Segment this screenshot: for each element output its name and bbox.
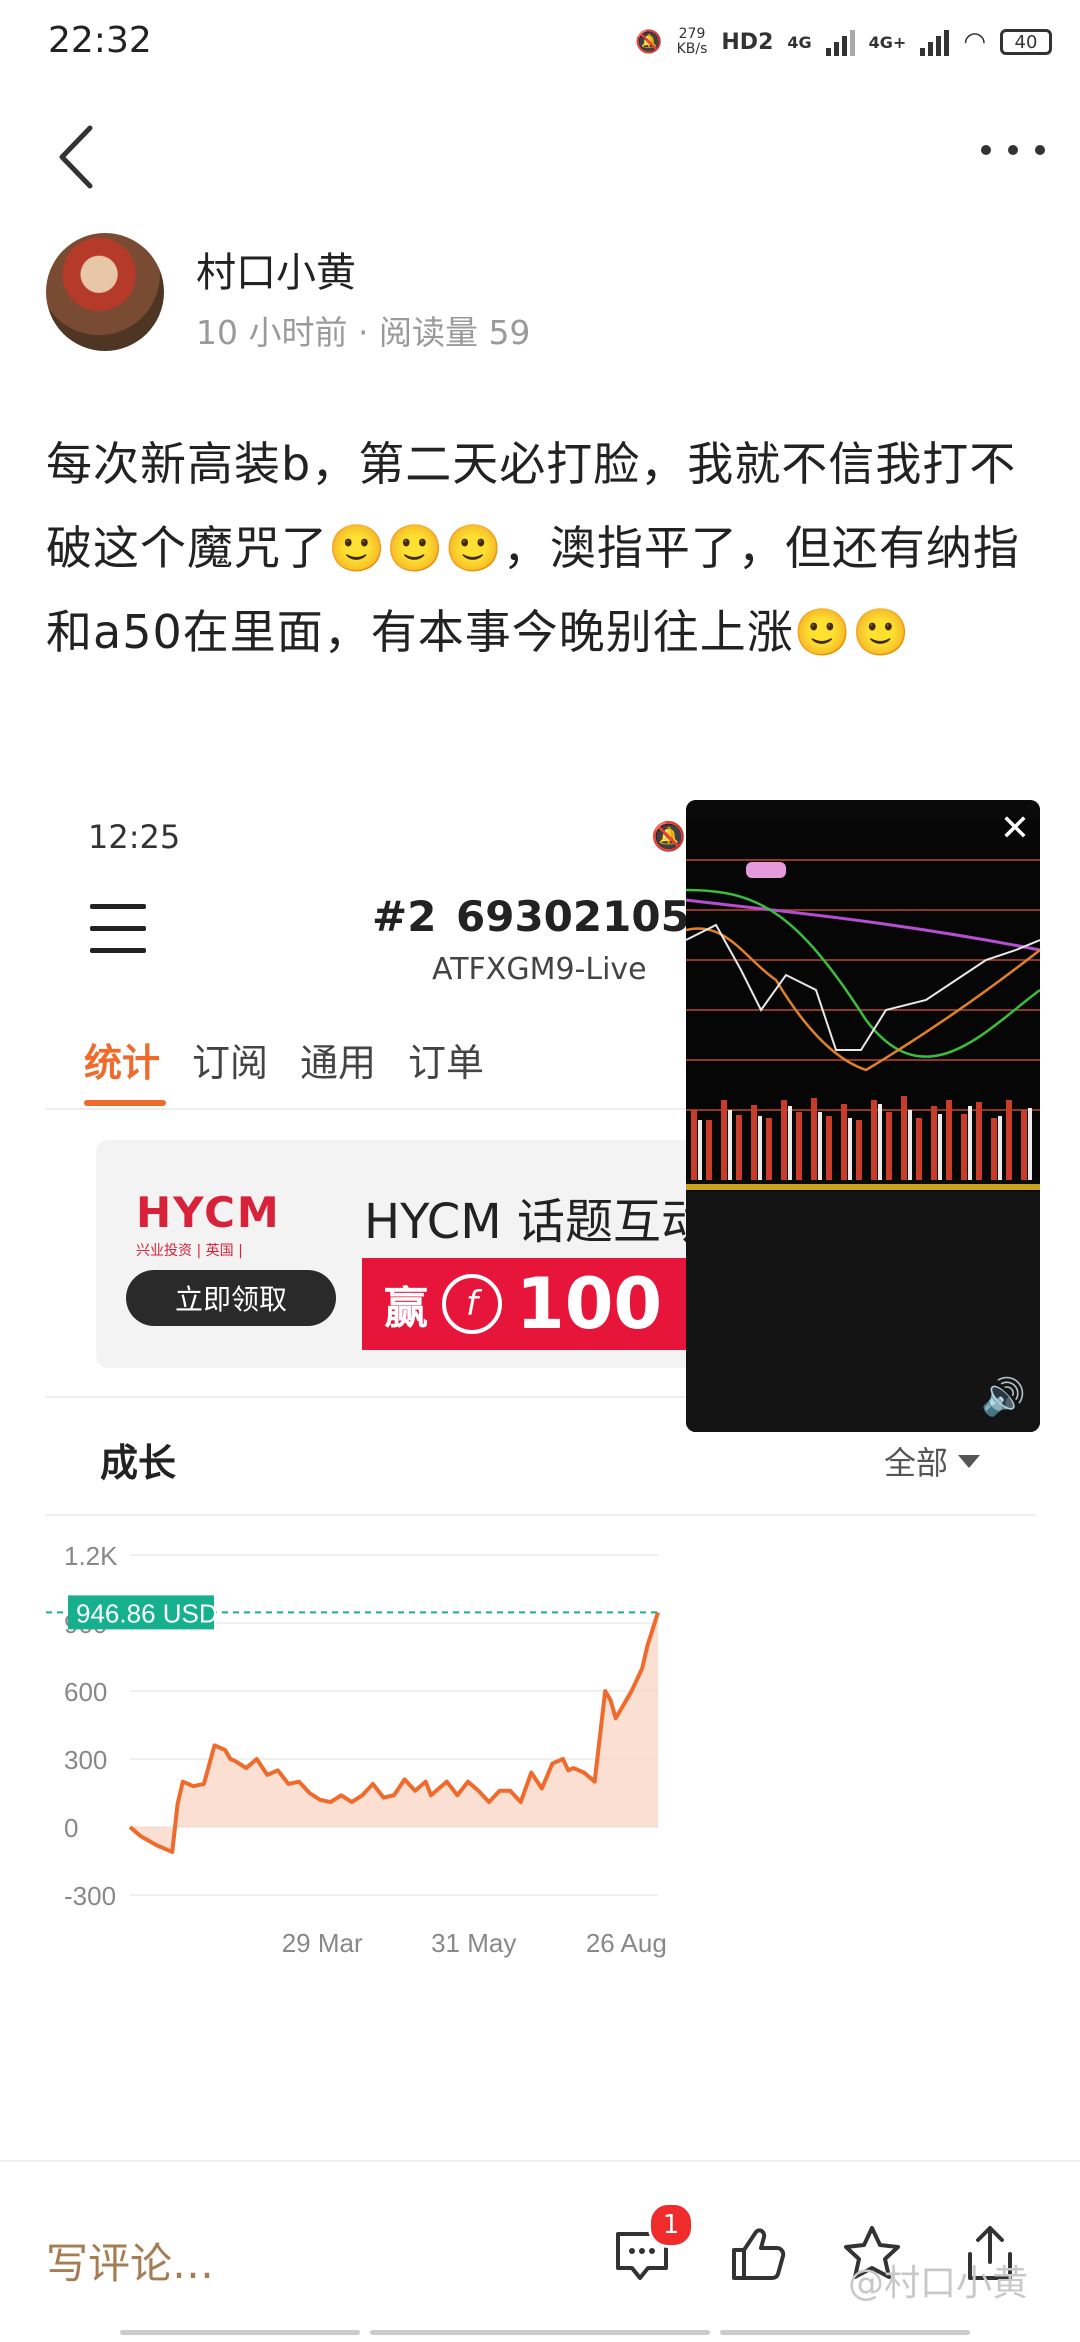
chevron-down-icon	[958, 1454, 981, 1468]
post-text: 每次新高装b，第二天必打脸，我就不信我打不破这个魔咒了🙂🙂🙂，澳指平了，但还有纳…	[46, 437, 1020, 659]
coin-icon: f	[442, 1274, 502, 1334]
watermark: @村口小黄	[848, 2263, 1029, 2304]
signal-1-icon	[825, 28, 855, 56]
tab-underline	[84, 1100, 166, 1106]
comment-count-badge: 1	[648, 2202, 694, 2248]
battery-icon: 40	[1000, 29, 1052, 55]
growth-title: 成长	[100, 1441, 177, 1485]
screenshot-mute-icon: 🔕	[651, 820, 686, 853]
floating-video[interactable]: ✕ 🔊	[686, 800, 1040, 1432]
y-tick-label: 1.2K	[64, 1541, 118, 1571]
close-icon[interactable]: ✕	[1000, 808, 1030, 849]
back-icon[interactable]	[52, 122, 102, 192]
speaker-icon[interactable]: 🔊	[981, 1376, 1026, 1418]
account-rank: #2	[372, 892, 437, 941]
claim-button: 立即领取	[126, 1270, 336, 1326]
home-indicator	[720, 2330, 970, 2335]
y-tick-label: 0	[64, 1813, 78, 1843]
screenshot-time: 12:25	[88, 818, 181, 856]
current-value-label: 946.86 USD	[76, 1598, 218, 1628]
wifi-icon: ◠	[963, 27, 986, 57]
y-tick-label: 300	[64, 1745, 107, 1775]
range-select-label: 全部	[884, 1444, 949, 1482]
banner-title: HYCM 话题互动	[364, 1194, 709, 1250]
divider	[46, 1514, 1036, 1516]
avatar[interactable]	[46, 233, 164, 351]
net2-label: 4G+	[868, 32, 907, 52]
mute-icon: 🔕	[635, 29, 663, 55]
status-time: 22:32	[48, 20, 152, 61]
hd-icon: HD2	[721, 29, 774, 55]
hycm-logo-subtitle: 兴业投资 | 英国 |	[136, 1243, 243, 1259]
tab-orders: 订单	[408, 1041, 485, 1085]
tab-subscribe: 订阅	[192, 1041, 269, 1085]
like-icon[interactable]	[726, 2222, 790, 2286]
x-tick-label: 29 Mar	[282, 1928, 363, 1958]
promo-banner: HYCM 兴业投资 | 英国 | 立即领取 HYCM 话题互动 赢 f 100	[96, 1140, 716, 1368]
growth-area	[130, 1612, 658, 1852]
video-frame	[686, 800, 1040, 1432]
x-tick-label: 26 Aug	[586, 1928, 667, 1958]
signal-2-icon	[920, 28, 950, 56]
home-indicator	[120, 2330, 360, 2335]
post-meta: 10 小时前 · 阅读量 59	[196, 313, 531, 352]
home-indicator	[370, 2330, 710, 2335]
prize-char: 赢	[384, 1283, 428, 1334]
hycm-logo: HYCM	[136, 1188, 281, 1237]
menu-icon	[90, 904, 146, 956]
prize-amount: 100	[516, 1263, 663, 1345]
tab-stats: 统计	[84, 1041, 161, 1085]
account-number: 693021059	[456, 892, 720, 941]
bottom-bar: 写评论… 1 @村口小黄	[0, 2160, 1080, 2342]
x-tick-label: 31 May	[431, 1928, 516, 1958]
author-name[interactable]: 村口小黄	[196, 240, 356, 298]
status-bar: 22:32 🔕 279 KB/s HD2 4G 4G+ ◠ 40	[0, 0, 1080, 80]
more-icon[interactable]	[978, 140, 1048, 160]
net1-label: 4G	[787, 32, 812, 52]
account-server: ATFXGM9-Live	[432, 952, 647, 987]
growth-chart: 1.2K9006003000-30029 Mar31 May26 Aug946.…	[46, 1541, 667, 1958]
y-tick-label: -300	[64, 1881, 116, 1911]
status-icons: 🔕 279 KB/s HD2 4G 4G+ ◠ 40	[635, 22, 1052, 62]
range-select: 全部	[884, 1438, 981, 1484]
comment-input[interactable]: 写评论…	[46, 2230, 214, 2291]
net-speed: 279 KB/s	[676, 26, 708, 57]
y-tick-label: 600	[64, 1677, 107, 1707]
tab-general: 通用	[300, 1041, 377, 1085]
prize-box: 赢 f 100	[362, 1258, 716, 1350]
